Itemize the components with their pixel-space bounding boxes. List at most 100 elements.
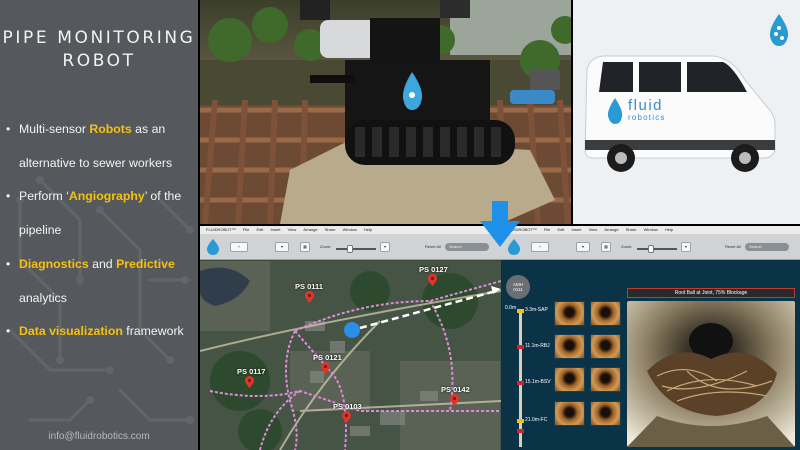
menu-item-share[interactable]: Share — [626, 227, 637, 232]
zoom-label: Zoom: — [621, 244, 633, 249]
menu-item-file[interactable]: File — [243, 227, 249, 232]
menu-item-window[interactable]: Window — [644, 227, 658, 232]
manhole-badge[interactable]: AMH 0111 — [506, 275, 530, 299]
map-view[interactable]: PS 0127 PS 0111 PS 0121 PS 0117 PS 0142 … — [200, 261, 501, 450]
inspection-thumbnail[interactable] — [590, 334, 621, 359]
robot-illustration — [200, 0, 571, 224]
view-select[interactable]: ▾ — [275, 242, 289, 252]
bullet-visualization: Data visualization framework — [4, 315, 196, 349]
menu-item-arrange[interactable]: Arrange — [303, 227, 317, 232]
defect-marker[interactable] — [517, 309, 524, 313]
van-logo-word-1: fluid — [628, 97, 664, 114]
map-pin-icon[interactable] — [450, 394, 459, 406]
inspection-panel: AMH 0111 0.0m 3.3m-SAP 11.1m-RBJ 15.1m-B… — [501, 261, 800, 450]
pin-label: PS 0117 — [237, 367, 266, 376]
defect-marker[interactable] — [517, 419, 524, 423]
zoom-slider-knob[interactable] — [648, 245, 654, 253]
pipe-timeline — [519, 309, 522, 447]
drop-logo-icon — [206, 239, 220, 255]
inspection-thumbnail[interactable] — [554, 401, 585, 426]
zoom-slider-knob[interactable] — [347, 245, 353, 253]
menu-item-view[interactable]: View — [288, 227, 297, 232]
zoom-slider[interactable] — [336, 248, 376, 250]
pipe-interior-illustration — [627, 301, 795, 447]
menu-item-insert[interactable]: Insert — [271, 227, 281, 232]
inspection-thumbnail[interactable] — [590, 367, 621, 392]
zoom-dropdown[interactable]: ▾ — [380, 242, 390, 252]
pin-label: PS 0103 — [333, 402, 362, 411]
bullet-text: framework — [122, 324, 184, 339]
pipe-interior-photo[interactable] — [627, 301, 795, 447]
van-photo: fluid robotics — [573, 0, 800, 224]
defect-label: 11.1m-RBJ — [525, 343, 550, 349]
menu-item-app[interactable]: FLUIDROBOT™ — [206, 227, 236, 232]
menu-item-insert[interactable]: Insert — [572, 227, 582, 232]
bullet-highlight: Angiography — [68, 189, 145, 204]
search-input[interactable]: Search — [745, 243, 789, 251]
title-line-1: PIPE MONITORING — [2, 28, 196, 48]
map-pin-icon[interactable] — [305, 291, 314, 303]
pin-label: PS 0111 — [295, 282, 323, 291]
pin-label: PS 0121 — [313, 353, 342, 362]
inspection-app-window: FLUIDROBOT™ File Edit Insert View Arrang… — [501, 226, 800, 450]
map-pin-icon[interactable] — [342, 411, 351, 423]
zoom-slider[interactable] — [637, 248, 677, 250]
menu-item-window[interactable]: Window — [343, 227, 357, 232]
defect-marker[interactable] — [517, 345, 524, 349]
map-pin-icon[interactable] — [245, 376, 254, 388]
feature-list: Multi-sensor Robots as an alternative to… — [4, 113, 196, 349]
bullet-analytics: Diagnostics and Predictive analytics — [4, 248, 196, 315]
reset-all-button[interactable]: Reset All — [425, 244, 441, 249]
inspection-thumbnail[interactable] — [554, 301, 585, 326]
inspection-thumbnail[interactable] — [590, 401, 621, 426]
defect-label: 21.0m-FC — [525, 417, 548, 423]
inspection-thumbnail[interactable] — [590, 301, 621, 326]
contact-email: info@fluidrobotics.com — [48, 431, 150, 442]
menu-item-arrange[interactable]: Arrange — [604, 227, 618, 232]
map-pin-icon[interactable] — [428, 274, 437, 286]
defect-marker[interactable] — [517, 429, 524, 433]
bullet-text: and — [88, 256, 117, 271]
menu-item-edit[interactable]: Edit — [256, 227, 263, 232]
start-distance: 0.0m — [505, 305, 517, 311]
view-select[interactable]: ▾ — [576, 242, 590, 252]
inspection-thumbnail[interactable] — [554, 334, 585, 359]
layout-button[interactable]: ▦ — [601, 242, 611, 252]
slide-title: PIPE MONITORING ROBOT — [0, 27, 198, 73]
van-logo-text: fluid robotics — [628, 98, 666, 123]
reset-all-button[interactable]: Reset All — [725, 244, 741, 249]
down-arrow-icon — [480, 201, 520, 247]
defect-label: 15.1m-BSV — [525, 379, 551, 385]
robot-photo — [200, 0, 571, 224]
bullet-highlight: Predictive — [116, 256, 175, 271]
defect-marker[interactable] — [517, 381, 524, 385]
zoom-dropdown[interactable]: ▾ — [681, 242, 691, 252]
menu-item-file[interactable]: File — [544, 227, 550, 232]
map-pin-icon[interactable] — [321, 362, 330, 374]
menu-item-share[interactable]: Share — [325, 227, 336, 232]
bullet-highlight: Diagnostics — [19, 256, 89, 271]
menu-item-help[interactable]: Help — [364, 227, 372, 232]
menu-item-help[interactable]: Help — [665, 227, 673, 232]
toolbar: + ▾ ▦ Zoom: ▾ Reset All Search — [200, 234, 501, 260]
add-button[interactable]: + — [230, 242, 248, 252]
zoom-label: Zoom: — [320, 244, 332, 249]
inspection-thumbnail[interactable] — [554, 367, 585, 392]
bullet-text: analytics — [19, 290, 67, 305]
bullet-text: Perform ‘ — [19, 189, 69, 204]
toolbar: + ▾ ▦ Zoom: ▾ Reset All Search — [501, 234, 800, 260]
menu-item-edit[interactable]: Edit — [557, 227, 564, 232]
menu-bar: FLUIDROBOT™ File Edit Insert View Arrang… — [200, 226, 501, 234]
defect-label: 3.3m-SAP — [525, 307, 548, 313]
van-logo-word-2: robotics — [628, 113, 666, 122]
defect-banner: Root Ball at Joint, 75% Blockage — [627, 288, 795, 298]
bullet-robots: Multi-sensor Robots as an alternative to… — [4, 113, 196, 180]
pin-label: PS 0127 — [419, 265, 448, 274]
bullet-angiography: Perform ‘Angiography’ of the pipeline — [4, 180, 196, 247]
add-button[interactable]: + — [531, 242, 549, 252]
menu-item-view[interactable]: View — [589, 227, 598, 232]
layout-button[interactable]: ▦ — [300, 242, 310, 252]
map-app-window: FLUIDROBOT™ File Edit Insert View Arrang… — [200, 226, 501, 450]
bullet-text: Multi-sensor — [19, 122, 90, 136]
pin-label: PS 0142 — [441, 385, 470, 394]
